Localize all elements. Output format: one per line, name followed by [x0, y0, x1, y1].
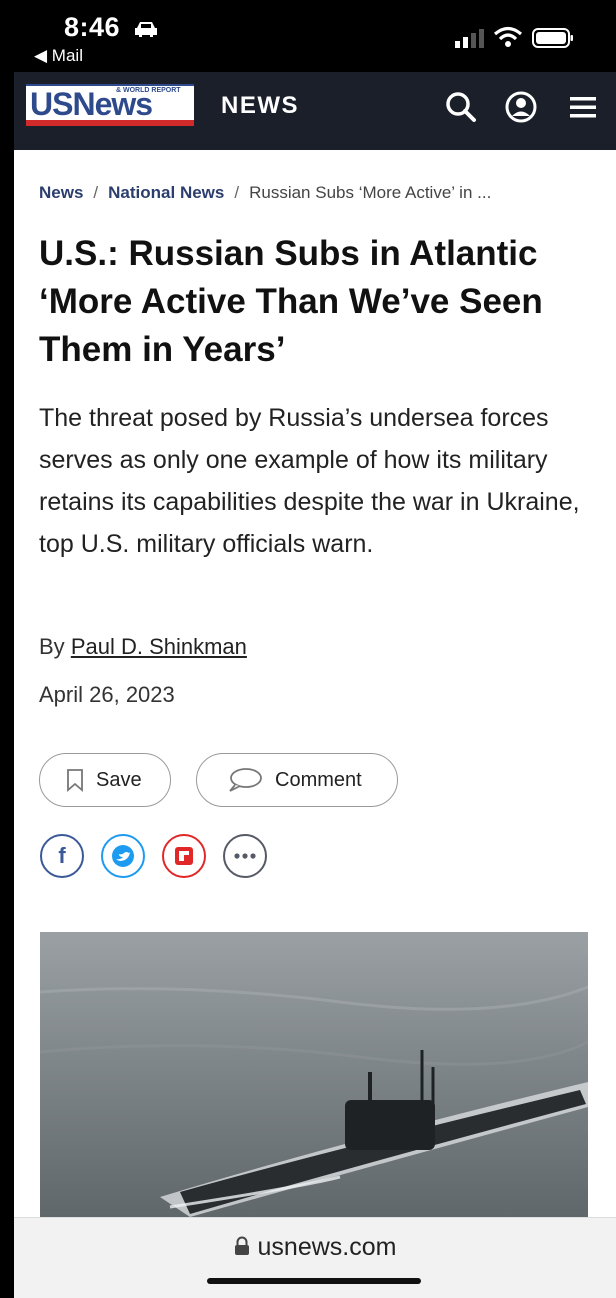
share-more-button[interactable]	[223, 834, 267, 878]
bookmark-icon	[67, 769, 83, 792]
author-link[interactable]: Paul D. Shinkman	[71, 634, 247, 659]
car-icon	[135, 22, 157, 37]
comment-bubble-icon	[229, 768, 262, 792]
account-icon[interactable]	[504, 90, 538, 124]
lock-icon	[234, 1236, 249, 1255]
battery-icon	[532, 28, 573, 48]
status-bar: 8:46 ◀ Mail	[0, 0, 616, 72]
clock: 8:46	[64, 12, 121, 42]
url-display[interactable]: usnews.com	[14, 1233, 616, 1262]
logo-subtext: & WORLD REPORT	[116, 87, 181, 94]
more-dots-icon	[234, 853, 256, 859]
twitter-icon	[112, 845, 134, 867]
usnews-logo[interactable]: USNews & WORLD REPORT	[26, 84, 194, 126]
breadcrumb-current: Russian Subs ‘More Active’ in ...	[249, 183, 492, 202]
submarine-photo	[40, 932, 588, 1217]
breadcrumb-separator: /	[234, 183, 240, 202]
article-dek: The threat posed by Russia’s undersea fo…	[39, 404, 580, 558]
wifi-icon	[493, 26, 523, 47]
share-facebook-button[interactable]: f	[40, 834, 84, 878]
byline-prefix: By	[39, 634, 65, 659]
save-button[interactable]: Save	[39, 753, 171, 807]
home-indicator[interactable]	[207, 1278, 421, 1284]
breadcrumb: News / National News / Russian Subs ‘More Ac…	[39, 183, 491, 203]
article-page: News / National News / Russian Subs ‘More Ac…	[14, 150, 616, 1217]
breadcrumb-national-news-link[interactable]: National News	[108, 183, 224, 202]
byline: By Paul D. Shinkman	[39, 634, 247, 660]
menu-icon[interactable]	[566, 90, 600, 124]
article-headline: U.S.: Russian Subs in Atlantic ‘More Act…	[39, 234, 543, 369]
article-hero-image	[40, 932, 588, 1217]
comment-label: Comment	[275, 768, 362, 791]
breadcrumb-separator: /	[93, 183, 99, 202]
search-icon[interactable]	[444, 90, 478, 124]
url-text: usnews.com	[257, 1233, 397, 1261]
share-twitter-button[interactable]	[101, 834, 145, 878]
save-label: Save	[96, 768, 142, 791]
share-flipboard-button[interactable]	[162, 834, 206, 878]
comment-button[interactable]: Comment	[196, 753, 398, 807]
breadcrumb-news-link[interactable]: News	[39, 183, 83, 202]
site-header: USNews & WORLD REPORT NEWS	[14, 72, 616, 150]
browser-address-bar[interactable]: usnews.com	[14, 1217, 616, 1298]
cellular-signal-icon	[455, 29, 484, 48]
back-to-mail-link[interactable]: ◀ Mail	[34, 46, 83, 66]
section-label[interactable]: NEWS	[221, 92, 299, 120]
facebook-icon: f	[58, 843, 66, 868]
publish-date: April 26, 2023	[39, 682, 175, 707]
flipboard-icon	[175, 847, 193, 865]
